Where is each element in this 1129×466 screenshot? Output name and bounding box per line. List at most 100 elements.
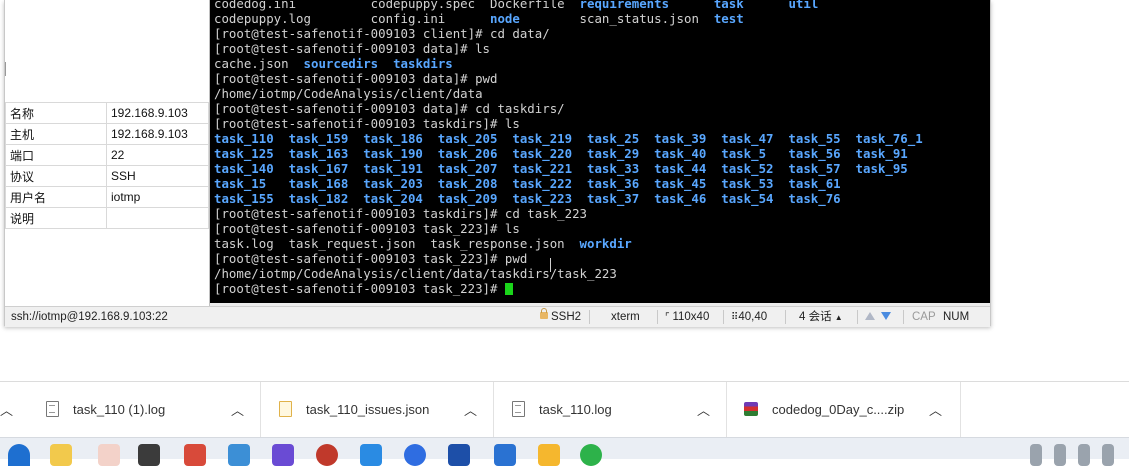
terminal-text: [root@test-safenotif-009103 task_223]# [214, 281, 505, 296]
property-key: 说明 [5, 207, 107, 229]
terminal-text: [root@test-safenotif-009103 data]# ls [214, 41, 491, 56]
property-key: 主机 [5, 123, 107, 145]
property-row: 协议 SSH [5, 165, 209, 187]
scroll-down-button[interactable] [881, 307, 891, 327]
directory-name: requirements [579, 0, 670, 11]
app-icon[interactable] [98, 444, 120, 466]
directory-name: sourcedirs [303, 56, 379, 71]
app-icon[interactable] [494, 444, 516, 466]
download-filename: task_110_issues.json [306, 402, 430, 417]
chevron-up-icon[interactable]: ︿ [929, 400, 942, 419]
directory-name: task_155 task_182 task_204 task_209 task… [214, 191, 841, 206]
app-icon[interactable] [404, 444, 426, 466]
chat-icon[interactable] [580, 444, 602, 466]
tray-icon[interactable] [1102, 444, 1114, 466]
chevron-up-icon[interactable]: ︿ [231, 400, 244, 419]
terminal-line: [root@test-safenotif-009103 task_223]# l… [214, 221, 923, 236]
terminal-line: [root@test-safenotif-009103 data]# cd ta… [214, 101, 923, 116]
property-key: 名称 [5, 102, 107, 124]
download-filename: task_110 (1).log [73, 402, 166, 417]
terminal-size: ⌜ 110x40 [665, 307, 709, 328]
session-count[interactable]: 4 会话 ▲ [799, 307, 843, 328]
download-filename: codedog_0Day_c....zip [772, 402, 905, 417]
directory-name: task_125 task_163 task_190 task_206 task… [214, 146, 908, 161]
terminal-text: codepuppy.log [214, 11, 371, 26]
terminal-line: task_155 task_182 task_204 task_209 task… [214, 191, 923, 206]
terminal-line: [root@test-safenotif-009103 taskdirs]# l… [214, 116, 923, 131]
file-icon [46, 401, 59, 417]
property-row: 端口 22 [5, 144, 209, 166]
terminal-screen[interactable]: codedog.ini codepuppy.spec Dockerfile re… [210, 0, 990, 303]
property-value: 192.168.9.103 [106, 123, 209, 145]
terminal-text: /home/iotmp/CodeAnalysis/client/data/tas… [214, 266, 617, 281]
property-row: 主机 192.168.9.103 [5, 123, 209, 145]
start-icon[interactable] [8, 444, 30, 466]
terminal-line: /home/iotmp/CodeAnalysis/client/data/tas… [214, 266, 923, 281]
calendar-icon[interactable] [228, 444, 250, 466]
terminal-line: [root@test-safenotif-009103 taskdirs]# c… [214, 206, 923, 221]
terminal-text: [root@test-safenotif-009103 taskdirs]# c… [214, 206, 587, 221]
num-lock-indicator: NUM [943, 311, 970, 323]
app-icon[interactable] [448, 444, 470, 466]
download-item[interactable]: task_110.log ︿ [493, 382, 727, 438]
download-item[interactable]: task_110 (1).log ︿ [0, 382, 261, 438]
terminal-text: scan_status.json [579, 11, 714, 26]
session-count-label: 4 会话 [799, 311, 832, 323]
property-row: 说明 [5, 207, 209, 229]
scroll-up-button[interactable] [865, 307, 875, 327]
property-key: 用户名 [5, 186, 107, 208]
status-divider [785, 310, 786, 324]
app-icon[interactable] [184, 444, 206, 466]
app-icon[interactable] [272, 444, 294, 466]
terminal-text: [root@test-safenotif-009103 task_223]# l… [214, 221, 520, 236]
terminal-type: xterm [611, 311, 640, 323]
caps-lock-indicator: CAP [912, 311, 936, 323]
app-icon[interactable] [538, 444, 560, 466]
folder-icon[interactable] [50, 444, 72, 466]
terminal-app-icon[interactable] [138, 444, 160, 466]
directory-name: task_140 task_167 task_191 task_207 task… [214, 161, 908, 176]
session-properties-panel: 名称 192.168.9.103 主机 192.168.9.103 端口 22 协议 SSH 用… [5, 0, 210, 306]
app-icon[interactable] [360, 444, 382, 466]
file-icon [512, 401, 525, 417]
terminal-text: task.log task_request.json task_response… [214, 236, 580, 251]
connection-address: ssh://iotmp@192.168.9.103:22 [11, 311, 168, 323]
status-divider [589, 310, 590, 324]
text-cursor-ibeam-icon [550, 258, 552, 272]
json-file-icon [279, 401, 292, 417]
directory-name: workdir [579, 236, 632, 251]
terminal-line: cache.json sourcedirs taskdirs [214, 56, 923, 71]
terminal-text: [root@test-safenotif-009103 data]# cd ta… [214, 101, 565, 116]
caret-up-icon: ▲ [834, 313, 843, 322]
property-value: 22 [106, 144, 209, 166]
zip-archive-icon [744, 402, 758, 416]
property-key: 端口 [5, 144, 107, 166]
terminal-line: codedog.ini codepuppy.spec Dockerfile re… [214, 0, 923, 11]
panel-edge-mark [5, 62, 8, 76]
terminal-line: task_140 task_167 task_191 task_207 task… [214, 161, 923, 176]
property-row: 用户名 iotmp [5, 186, 209, 208]
terminal-text: codepuppy.spec [370, 0, 491, 11]
protocol-indicator: SSH2 [540, 307, 581, 327]
download-item[interactable]: task_110_issues.json ︿ [260, 382, 494, 438]
terminal-text: [root@test-safenotif-009103 task_223]# p… [214, 251, 528, 266]
terminal-line: /home/iotmp/CodeAnalysis/client/data [214, 86, 923, 101]
terminal-line: [root@test-safenotif-009103 client]# cd … [214, 26, 923, 41]
status-bar: ssh://iotmp@192.168.9.103:22 SSH2 xterm … [5, 306, 990, 327]
terminal-line: task.log task_request.json task_response… [214, 236, 923, 251]
arrow-down-icon [881, 312, 891, 320]
browser-icon[interactable] [316, 444, 338, 466]
directory-name: task [713, 0, 744, 11]
xshell-window: 名称 192.168.9.103 主机 192.168.9.103 端口 22 协议 SSH 用… [4, 0, 991, 327]
tray-icon[interactable] [1054, 444, 1066, 466]
chevron-up-icon[interactable]: ︿ [697, 400, 710, 419]
tray-icon[interactable] [1078, 444, 1090, 466]
download-item[interactable]: codedog_0Day_c....zip ︿ [726, 382, 961, 438]
cursor-position-value: 40,40 [738, 311, 768, 323]
terminal-cursor [504, 282, 513, 295]
tray-icon[interactable] [1030, 444, 1042, 466]
chevron-up-icon[interactable]: ︿ [464, 400, 477, 419]
property-value: 192.168.9.103 [106, 102, 209, 124]
